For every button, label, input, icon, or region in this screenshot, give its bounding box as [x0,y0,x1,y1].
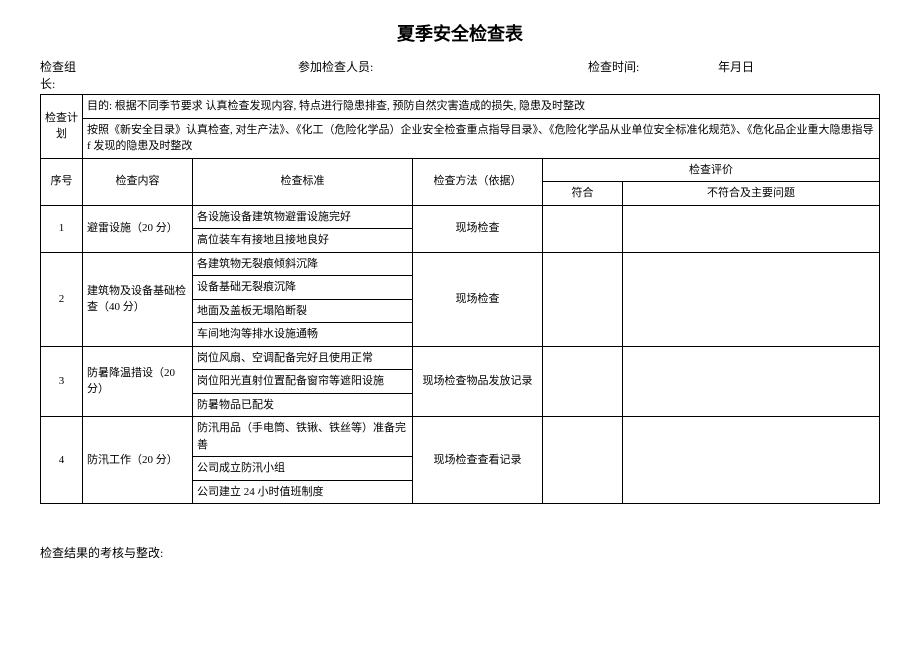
col-standard: 检查标准 [193,158,413,205]
col-content: 检查内容 [83,158,193,205]
row-content: 避雷设施（20 分） [83,205,193,252]
plan-label: 检查计划 [41,95,83,159]
members-value [378,58,588,92]
row-method: 现场检查 [413,252,543,346]
row-ok [543,252,623,346]
row-standard: 设备基础无裂痕沉降 [193,276,413,300]
footer-note: 检查结果的考核与整改: [40,544,880,561]
plan-row-2: 按照《新安全目录》认真检查, 对生产法》、《化工（危险化学品）企业安全检查重点指… [41,118,880,158]
col-method: 检查方法（依据） [413,158,543,205]
row-content: 建筑物及设备基础检查（40 分） [83,252,193,346]
row-ok [543,205,623,252]
row-ok [543,346,623,417]
col-ok: 符合 [543,182,623,206]
time-value [648,58,718,92]
date-label: 年月日 [718,58,754,92]
row-standard: 车间地沟等排水设施通畅 [193,323,413,347]
checklist-table: 检查计划 目的: 根据不同季节要求 认真检查发现内容, 特点进行隐患排查, 预防… [40,94,880,504]
row-standard: 岗位风扇、空调配备完好且使用正常 [193,346,413,370]
row-seq: 1 [41,205,83,252]
col-seq: 序号 [41,158,83,205]
row-standard: 岗位阳光直射位置配备窗帘等遮阳设施 [193,370,413,394]
plan-line-1: 目的: 根据不同季节要求 认真检查发现内容, 特点进行隐患排查, 预防自然灾害造… [83,95,880,119]
members-label: 参加检查人员: [298,58,378,92]
row-ng [623,417,880,504]
header-row-1: 序号 检查内容 检查标准 检查方法（依据） 检查评价 [41,158,880,182]
row-standard: 公司建立 24 小时值班制度 [193,480,413,504]
row-method: 现场检查查看记录 [413,417,543,504]
row-seq: 2 [41,252,83,346]
row-ng [623,252,880,346]
row-method: 现场检查 [413,205,543,252]
row-standard: 各建筑物无裂痕倾斜沉降 [193,252,413,276]
col-ng: 不符合及主要问题 [623,182,880,206]
table-row: 1 避雷设施（20 分） 各设施设备建筑物避雷设施完好 现场检查 [41,205,880,229]
row-standard: 各设施设备建筑物避雷设施完好 [193,205,413,229]
row-seq: 3 [41,346,83,417]
col-eval: 检查评价 [543,158,880,182]
row-content: 防汛工作（20 分） [83,417,193,504]
table-row: 2 建筑物及设备基础检查（40 分） 各建筑物无裂痕倾斜沉降 现场检查 [41,252,880,276]
row-ng [623,205,880,252]
row-ok [543,417,623,504]
row-standard: 防暑物品已配发 [193,393,413,417]
leader-value [88,58,298,92]
plan-line-2: 按照《新安全目录》认真检查, 对生产法》、《化工（危险化学品）企业安全检查重点指… [83,118,880,158]
form-header: 检查组长: 参加检查人员: 检查时间: 年月日 [40,58,880,92]
page-title: 夏季安全检查表 [40,20,880,46]
table-row: 4 防汛工作（20 分） 防汛用品（手电筒、铁锹、铁丝等）准备完善 现场检查查看… [41,417,880,457]
row-standard: 防汛用品（手电筒、铁锹、铁丝等）准备完善 [193,417,413,457]
row-standard: 高位装车有接地且接地良好 [193,229,413,253]
row-content: 防暑降温措设（20 分） [83,346,193,417]
row-ng [623,346,880,417]
row-standard: 地面及盖板无塌陷断裂 [193,299,413,323]
row-standard: 公司成立防汛小组 [193,457,413,481]
table-row: 3 防暑降温措设（20 分） 岗位风扇、空调配备完好且使用正常 现场检查物品发放… [41,346,880,370]
row-seq: 4 [41,417,83,504]
leader-label: 检查组长: [40,58,88,92]
time-label: 检查时间: [588,58,648,92]
row-method: 现场检查物品发放记录 [413,346,543,417]
plan-row-1: 检查计划 目的: 根据不同季节要求 认真检查发现内容, 特点进行隐患排查, 预防… [41,95,880,119]
